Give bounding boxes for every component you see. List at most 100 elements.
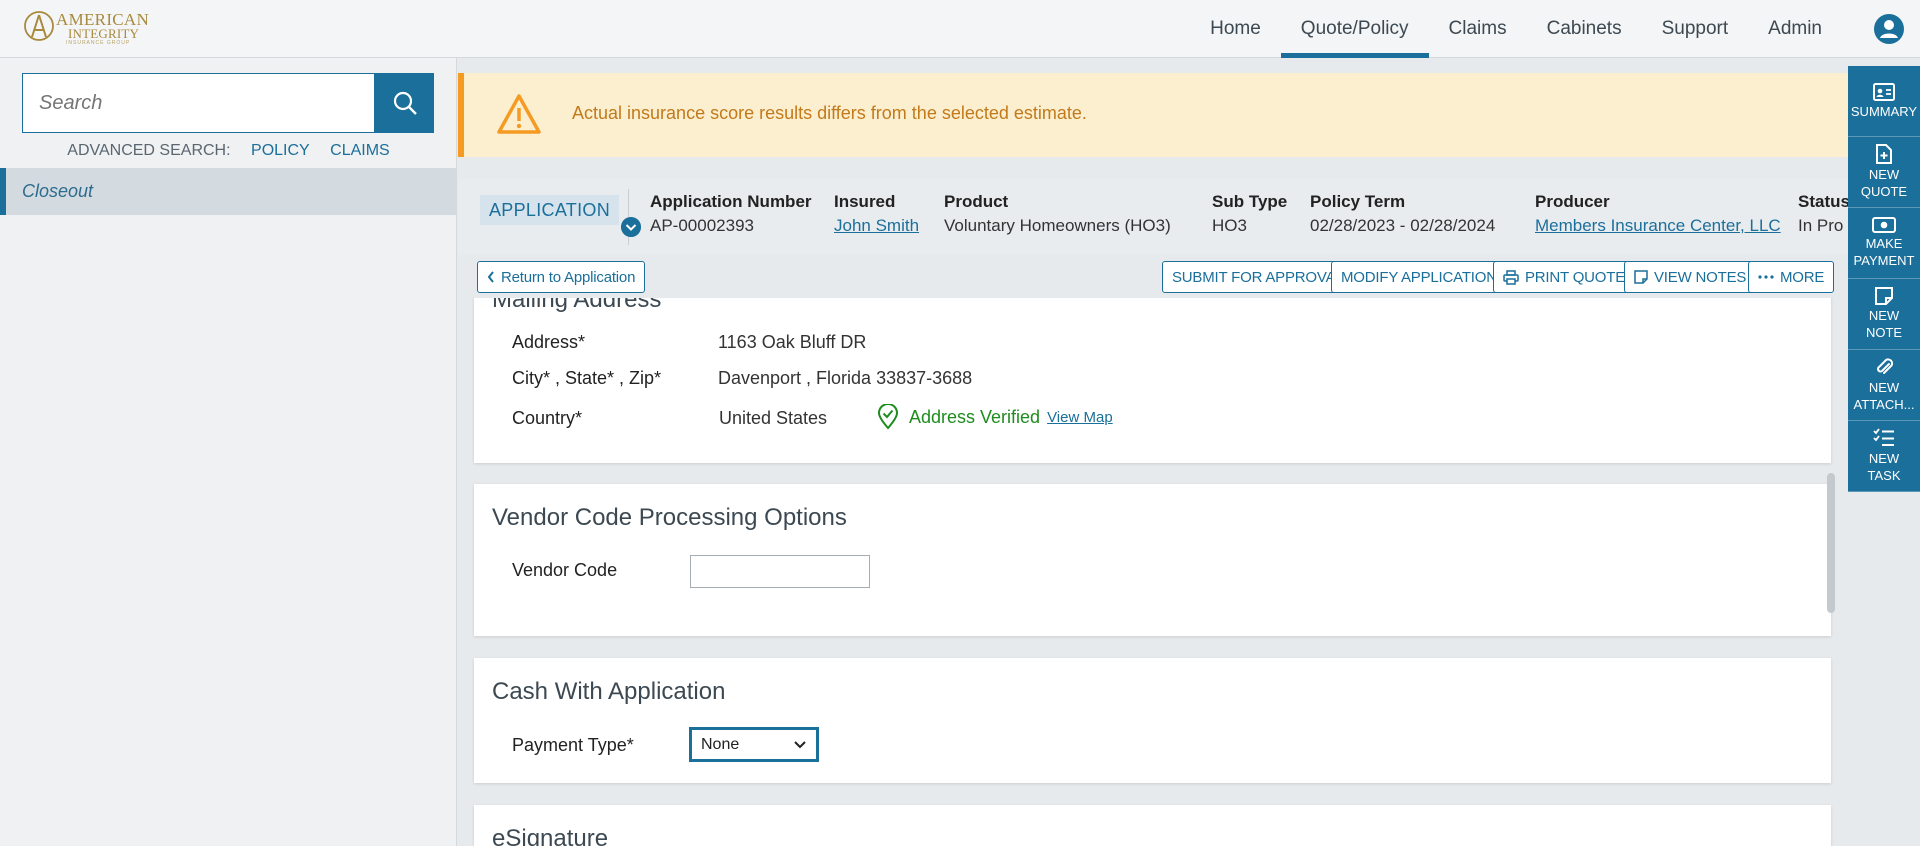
rail-new-note-label2: NOTE	[1865, 325, 1903, 340]
producer-group: Producer Members Insurance Center, LLC	[1535, 192, 1781, 236]
application-number-value: AP-00002393	[650, 216, 754, 235]
payment-type-selected: None	[701, 736, 740, 753]
application-header: APPLICATION Application Number AP-000023…	[458, 179, 1848, 255]
rail-make-payment-label2: PAYMENT	[1853, 253, 1915, 268]
rail-new-attachment-label1: NEW	[1868, 380, 1900, 395]
country-value: United States	[719, 408, 828, 428]
vendor-code-title: Vendor Code Processing Options	[492, 504, 847, 531]
right-action-rail: SUMMARY NEW QUOTE MAKE PAYMENT NEW NOTE …	[1848, 66, 1920, 492]
new-attachment-icon	[1877, 358, 1894, 374]
logo-emblem-icon	[24, 11, 54, 41]
insured-label: Insured	[834, 192, 896, 211]
rail-make-payment-button[interactable]: MAKE PAYMENT	[1848, 208, 1920, 279]
modify-application-button[interactable]: MODIFY APPLICATION	[1331, 261, 1507, 293]
left-sidebar: ADVANCED SEARCH: POLICY CLAIMS Closeout	[0, 58, 457, 846]
address-label: Address*	[512, 332, 586, 352]
warning-icon	[497, 94, 541, 134]
submit-label: SUBMIT FOR APPROVAL	[1172, 268, 1344, 286]
rail-new-note-button[interactable]: NEW NOTE	[1848, 279, 1920, 350]
city-state-zip-value: Davenport , Florida 33837-3688	[718, 368, 973, 388]
product-group: Product Voluntary Homeowners (HO3)	[944, 192, 1171, 236]
payment-type-label: Payment Type*	[512, 735, 634, 755]
advanced-search-claims-link[interactable]: CLAIMS	[330, 142, 390, 159]
rail-new-task-label1: NEW	[1868, 451, 1900, 466]
user-account-icon[interactable]	[1874, 14, 1904, 44]
producer-link[interactable]: Members Insurance Center, LLC	[1535, 216, 1781, 236]
country-label: Country*	[512, 408, 583, 428]
rail-new-quote-label2: QUOTE	[1860, 184, 1908, 199]
policy-term-value: 02/28/2023 - 02/28/2024	[1310, 216, 1496, 235]
status-group: Status In Pro	[1798, 192, 1848, 236]
cash-with-application-title: Cash With Application	[492, 678, 726, 705]
view-map-link[interactable]: View Map	[1047, 409, 1113, 426]
expand-chevron-icon[interactable]	[621, 217, 641, 237]
new-task-icon	[1873, 428, 1894, 446]
search-button[interactable]	[375, 73, 434, 133]
view-notes-button[interactable]: VIEW NOTES	[1624, 261, 1757, 293]
search-icon	[393, 91, 417, 115]
application-number-label: Application Number	[650, 192, 812, 211]
vendor-code-card: Vendor Code Processing Options Vendor Co…	[474, 484, 1831, 636]
rail-new-attachment-button[interactable]: NEW ATTACH...	[1848, 350, 1920, 421]
form-scroll-area[interactable]: Mailing Address Address* 1163 Oak Bluff …	[458, 298, 1848, 846]
status-value: In Pro	[1798, 216, 1844, 235]
subtype-value: HO3	[1212, 216, 1247, 235]
modify-label: MODIFY APPLICATION	[1341, 268, 1497, 286]
mailing-address-card: Mailing Address Address* 1163 Oak Bluff …	[474, 298, 1831, 463]
product-label: Product	[944, 192, 1009, 211]
address-verified: Address Verified View Map	[877, 404, 1113, 430]
return-to-application-button[interactable]: Return to Application	[477, 261, 646, 293]
nav-support[interactable]: Support	[1642, 0, 1749, 58]
esignature-title: eSignature	[492, 825, 609, 846]
insured-group: Insured John Smith	[834, 192, 919, 236]
chevron-left-icon	[487, 271, 494, 283]
alert-banner: Actual insurance score results differs f…	[458, 73, 1848, 157]
sidebar-item-closeout[interactable]: Closeout	[0, 168, 456, 215]
search-field[interactable]	[22, 73, 375, 133]
nav-quote-policy[interactable]: Quote/Policy	[1280, 0, 1429, 58]
nav-admin[interactable]: Admin	[1748, 0, 1842, 58]
address-value: 1163 Oak Bluff DR	[718, 332, 867, 352]
printer-icon	[1503, 269, 1519, 285]
vendor-code-label: Vendor Code	[512, 560, 618, 580]
rail-summary-button[interactable]: SUMMARY	[1848, 66, 1920, 137]
vertical-scrollbar[interactable]	[1827, 473, 1835, 613]
print-quote-button[interactable]: PRINT QUOTE	[1493, 261, 1636, 293]
make-payment-icon	[1872, 217, 1896, 233]
action-toolbar: Return to Application SUBMIT FOR APPROVA…	[458, 255, 1848, 299]
ellipsis-icon	[1758, 275, 1774, 279]
insured-link[interactable]: John Smith	[834, 216, 919, 236]
new-note-icon	[1875, 287, 1893, 305]
rail-make-payment-label1: MAKE	[1865, 236, 1903, 251]
submit-for-approval-button[interactable]: SUBMIT FOR APPROVAL	[1162, 261, 1354, 293]
status-label: Status	[1798, 192, 1848, 211]
main-nav: Home Quote/Policy Claims Cabinets Suppor…	[1190, 0, 1842, 58]
search-input[interactable]	[23, 74, 374, 132]
rail-new-task-button[interactable]: NEW TASK	[1848, 421, 1920, 492]
rail-new-attachment-label2: ATTACH...	[1853, 397, 1915, 412]
nav-cabinets[interactable]: Cabinets	[1527, 0, 1642, 58]
cash-with-application-card: Cash With Application Payment Type* None	[474, 658, 1831, 783]
rail-new-quote-button[interactable]: NEW QUOTE	[1848, 137, 1920, 208]
application-number-group: Application Number AP-00002393	[650, 192, 812, 236]
more-button[interactable]: MORE	[1748, 261, 1835, 293]
policy-term-label: Policy Term	[1310, 192, 1406, 211]
top-navigation-bar: AMERICAN INTEGRITY INSURANCE GROUP Home …	[0, 0, 1920, 58]
company-logo[interactable]: AMERICAN INTEGRITY INSURANCE GROUP	[22, 6, 162, 46]
payment-type-select[interactable]: None	[689, 727, 819, 762]
vendor-code-input[interactable]	[690, 555, 870, 588]
advanced-search-policy-link[interactable]: POLICY	[251, 142, 310, 159]
policy-term-group: Policy Term 02/28/2023 - 02/28/2024	[1310, 192, 1495, 236]
advanced-search-label: ADVANCED SEARCH:	[67, 142, 231, 159]
new-quote-icon	[1876, 144, 1892, 164]
nav-claims[interactable]: Claims	[1429, 0, 1527, 58]
city-state-zip-label: City* , State* , Zip*	[512, 368, 662, 388]
chevron-down-icon	[794, 741, 806, 749]
nav-home[interactable]: Home	[1190, 0, 1281, 58]
application-badge: APPLICATION	[480, 195, 619, 225]
more-label: MORE	[1780, 268, 1825, 286]
alert-message: Actual insurance score results differs f…	[572, 103, 1087, 123]
product-value: Voluntary Homeowners (HO3)	[944, 216, 1171, 235]
rail-new-note-label1: NEW	[1868, 308, 1900, 323]
advanced-search: ADVANCED SEARCH: POLICY CLAIMS	[0, 142, 457, 160]
